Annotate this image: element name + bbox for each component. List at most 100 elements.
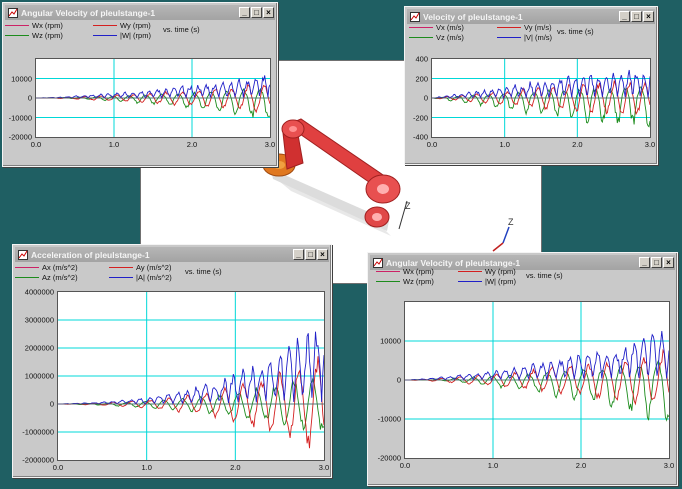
window-title-bar[interactable]: Velocity of pleulstange-1 _ □ × <box>407 9 655 24</box>
legend-item: Vz (m/s) <box>409 33 464 42</box>
close-button[interactable]: × <box>263 7 274 18</box>
x-tick-label: 0.0 <box>30 140 42 149</box>
legend-item: Ax (m/s^2) <box>15 263 78 272</box>
y-tick-label: 10000 <box>11 74 32 83</box>
y-tick-label: 2000000 <box>24 343 54 353</box>
y-tick-label: 3000000 <box>24 315 54 325</box>
maximize-button[interactable]: □ <box>251 7 262 18</box>
window-title: Velocity of pleulstange-1 <box>423 11 523 22</box>
legend-item: Vx (m/s) <box>409 23 464 32</box>
chart-window-angular-velocity-bottom[interactable]: Angular Velocity of pleulstange-1 _ □ × Wx (… <box>367 252 678 486</box>
x-tick-label: 2.0 <box>575 461 587 470</box>
plot-area[interactable] <box>431 58 651 138</box>
legend-item: |V| (m/s) <box>497 33 552 42</box>
plot-svg <box>58 292 324 460</box>
legend-item: Wy (rpm) <box>458 267 516 276</box>
chart-legend: Wx (rpm) Wy (rpm) Wz (rpm) |W| (rpm) vs. tim… <box>3 21 277 45</box>
axis-z-label-2: Z <box>508 217 514 227</box>
window-title-bar[interactable]: Angular Velocity of pleulstange-1 _ □ × <box>5 5 275 20</box>
legend-vs-label: vs. time (s) <box>526 271 563 280</box>
legend-swatch <box>376 271 400 272</box>
y-tick-label: 200 <box>415 74 428 83</box>
plot-area[interactable] <box>35 58 271 138</box>
legend-swatch <box>93 25 117 26</box>
y-tick-label: 1000000 <box>24 371 54 381</box>
chart-window-angular-velocity-top[interactable]: Angular Velocity of pleulstange-1 _ □ × Wx (… <box>2 2 278 167</box>
legend-label: Wx (rpm) <box>32 21 63 30</box>
legend-item: Wz (rpm) <box>376 277 434 286</box>
legend-vs-label: vs. time (s) <box>557 27 594 36</box>
close-button[interactable]: × <box>317 249 328 260</box>
legend-item: Wy (rpm) <box>93 21 151 30</box>
y-tick-label: 10000 <box>380 336 401 346</box>
legend-swatch <box>93 35 117 36</box>
maximize-button[interactable]: □ <box>305 249 316 260</box>
window-title: Angular Velocity of pleulstange-1 <box>386 257 521 268</box>
y-tick-label: -2000000 <box>22 455 54 465</box>
window-title: Angular Velocity of pleulstange-1 <box>21 7 156 18</box>
chart-window-icon <box>17 249 28 260</box>
legend-label: Ay (m/s^2) <box>136 263 172 272</box>
minimize-button[interactable]: _ <box>239 7 250 18</box>
legend-item: Wx (rpm) <box>5 21 63 30</box>
legend-label: Wz (rpm) <box>32 31 63 40</box>
legend-swatch <box>497 27 521 28</box>
minimize-button[interactable]: _ <box>293 249 304 260</box>
legend-swatch <box>458 271 482 272</box>
legend-swatch <box>15 277 39 278</box>
plot-svg <box>432 59 650 137</box>
legend-swatch <box>458 281 482 282</box>
chart-window-icon <box>409 11 420 22</box>
y-tick-label: -20000 <box>8 132 32 142</box>
legend-swatch <box>497 37 521 38</box>
y-tick-label: 0 <box>49 399 54 409</box>
chart-window-acceleration[interactable]: Acceleration of pleulstange-1 _ □ × Ax (m/s^… <box>12 244 332 478</box>
legend-item: |W| (rpm) <box>93 31 151 40</box>
chart-legend: Ax (m/s^2) Ay (m/s^2) Az (m/s^2) |A| (m/s^2… <box>13 263 331 287</box>
legend-item: Vy (m/s) <box>497 23 552 32</box>
x-tick-label: 2.0 <box>230 463 241 472</box>
maximize-button[interactable]: □ <box>631 11 642 22</box>
minimize-button[interactable]: _ <box>619 11 630 22</box>
chart-window-icon <box>7 7 18 18</box>
legend-item: Wx (rpm) <box>376 267 434 276</box>
legend-label: Wy (rpm) <box>485 267 516 276</box>
legend-item: Az (m/s^2) <box>15 273 78 282</box>
x-tick-label: 1.0 <box>108 140 120 149</box>
y-tick-label: -200 <box>412 113 428 122</box>
legend-label: Wz (rpm) <box>403 277 434 286</box>
legend-label: Wx (rpm) <box>403 267 434 276</box>
x-tick-label: 2.0 <box>186 140 198 149</box>
plot-area[interactable] <box>404 301 670 459</box>
x-tick-label: 1.0 <box>487 461 499 470</box>
plot-svg <box>405 302 669 458</box>
plot-area[interactable] <box>57 291 325 461</box>
x-tick-label: 2.0 <box>572 140 583 149</box>
legend-swatch <box>376 281 400 282</box>
legend-swatch <box>109 267 133 268</box>
legend-swatch <box>5 35 29 36</box>
x-tick-label: 0.0 <box>399 461 411 470</box>
y-tick-label: -10000 <box>377 414 401 424</box>
legend-label: Vz (m/s) <box>436 33 464 42</box>
series-line-3 <box>405 331 669 382</box>
window-title-bar[interactable]: Acceleration of pleulstange-1 _ □ × <box>15 247 329 262</box>
chart-legend: Wx (rpm) Wy (rpm) Wz (rpm) |W| (rpm) vs. tim… <box>368 267 677 291</box>
y-tick-label: 0 <box>396 375 401 385</box>
y-tick-label: 0 <box>27 93 32 103</box>
chart-window-velocity[interactable]: Velocity of pleulstange-1 _ □ × Vx (m/s) Vy (… <box>404 6 658 165</box>
close-button[interactable]: × <box>643 11 654 22</box>
legend-item: |A| (m/s^2) <box>109 273 172 282</box>
x-tick-label: 3.0 <box>644 140 656 149</box>
legend-swatch <box>409 37 433 38</box>
legend-item: |W| (rpm) <box>458 277 516 286</box>
x-tick-label: 1.0 <box>141 463 152 472</box>
y-tick-label: -10000 <box>8 113 32 122</box>
legend-label: |A| (m/s^2) <box>136 273 172 282</box>
y-tick-label: -20000 <box>377 453 401 463</box>
y-tick-label: 400 <box>415 54 428 64</box>
y-tick-label: 4000000 <box>24 287 54 297</box>
chart-legend: Vx (m/s) Vy (m/s) Vz (m/s) |V| (m/s) vs. tim… <box>405 23 657 47</box>
legend-item: Wz (rpm) <box>5 31 63 40</box>
y-tick-label: -1000000 <box>22 427 54 437</box>
